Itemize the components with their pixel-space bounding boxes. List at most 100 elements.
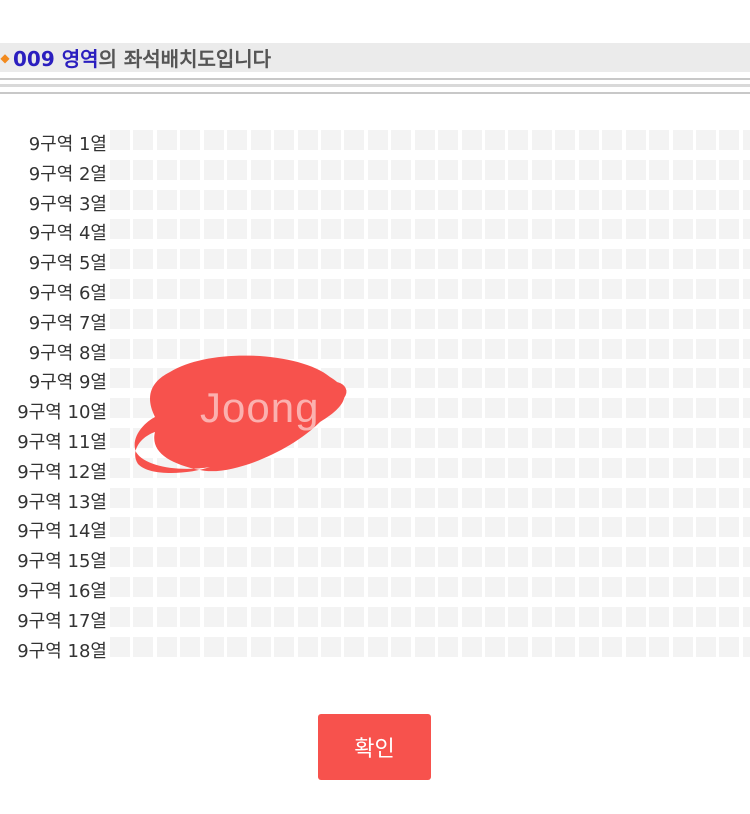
seat[interactable] (133, 606, 154, 627)
seat[interactable] (110, 547, 130, 568)
seat[interactable] (555, 517, 576, 538)
seat[interactable] (180, 130, 201, 150)
seat[interactable] (391, 130, 412, 150)
seat[interactable] (391, 368, 412, 389)
seat[interactable] (649, 219, 670, 240)
seat[interactable] (438, 398, 459, 419)
seat[interactable] (438, 368, 459, 389)
seat[interactable] (320, 606, 341, 627)
seat[interactable] (508, 517, 529, 538)
seat[interactable] (695, 636, 716, 657)
seat[interactable] (578, 278, 599, 299)
seat[interactable] (320, 278, 341, 299)
seat[interactable] (461, 576, 482, 597)
seat[interactable] (180, 278, 201, 299)
seat[interactable] (438, 547, 459, 568)
seat[interactable] (742, 219, 750, 240)
seat[interactable] (250, 636, 271, 657)
seat[interactable] (742, 249, 750, 270)
seat[interactable] (227, 249, 248, 270)
seat[interactable] (461, 487, 482, 508)
seat[interactable] (625, 547, 646, 568)
seat[interactable] (367, 427, 388, 448)
seat[interactable] (250, 189, 271, 210)
seat[interactable] (110, 130, 130, 150)
seat[interactable] (625, 517, 646, 538)
seat[interactable] (414, 427, 435, 448)
seat[interactable] (227, 547, 248, 568)
seat[interactable] (461, 517, 482, 538)
seat[interactable] (203, 219, 224, 240)
seat[interactable] (391, 249, 412, 270)
seat[interactable] (461, 249, 482, 270)
seat[interactable] (485, 368, 505, 389)
seat[interactable] (414, 159, 435, 180)
seat[interactable] (250, 576, 271, 597)
seat[interactable] (110, 338, 130, 359)
seat[interactable] (742, 427, 750, 448)
seat[interactable] (625, 130, 646, 150)
seat[interactable] (672, 219, 693, 240)
seat[interactable] (320, 130, 341, 150)
confirm-button[interactable]: 확인 (318, 714, 431, 780)
seat[interactable] (250, 517, 271, 538)
seat[interactable] (625, 398, 646, 419)
seat[interactable] (742, 189, 750, 210)
seat[interactable] (672, 398, 693, 419)
seat[interactable] (485, 636, 505, 657)
seat[interactable] (180, 159, 201, 180)
seat[interactable] (578, 398, 599, 419)
seat[interactable] (391, 219, 412, 240)
seat[interactable] (438, 159, 459, 180)
seat[interactable] (180, 308, 201, 329)
seat[interactable] (672, 278, 693, 299)
seat[interactable] (485, 130, 505, 150)
seat[interactable] (110, 308, 130, 329)
seat[interactable] (485, 249, 505, 270)
seat[interactable] (367, 368, 388, 389)
seat[interactable] (695, 487, 716, 508)
seat[interactable] (133, 636, 154, 657)
seat[interactable] (531, 219, 552, 240)
seat[interactable] (438, 189, 459, 210)
seat[interactable] (695, 517, 716, 538)
seat[interactable] (742, 130, 750, 150)
seat[interactable] (578, 606, 599, 627)
seat[interactable] (485, 398, 505, 419)
seat[interactable] (649, 308, 670, 329)
seat[interactable] (602, 278, 623, 299)
seat[interactable] (485, 189, 505, 210)
seat[interactable] (602, 159, 623, 180)
seat[interactable] (203, 130, 224, 150)
seat[interactable] (625, 427, 646, 448)
seat[interactable] (203, 636, 224, 657)
seat[interactable] (156, 308, 177, 329)
seat[interactable] (297, 517, 318, 538)
seat[interactable] (110, 427, 130, 448)
seat[interactable] (297, 487, 318, 508)
seat[interactable] (391, 338, 412, 359)
seat[interactable] (578, 427, 599, 448)
seat[interactable] (719, 427, 740, 448)
seat[interactable] (531, 487, 552, 508)
seat[interactable] (649, 576, 670, 597)
seat[interactable] (391, 547, 412, 568)
seat[interactable] (250, 130, 271, 150)
seat[interactable] (719, 159, 740, 180)
seat[interactable] (695, 368, 716, 389)
seat[interactable] (344, 159, 365, 180)
seat[interactable] (344, 278, 365, 299)
seat[interactable] (649, 159, 670, 180)
seat[interactable] (461, 219, 482, 240)
seat[interactable] (508, 576, 529, 597)
seat[interactable] (508, 308, 529, 329)
seat[interactable] (602, 368, 623, 389)
seat[interactable] (742, 547, 750, 568)
seat[interactable] (485, 547, 505, 568)
seat[interactable] (133, 517, 154, 538)
seat[interactable] (297, 219, 318, 240)
seat[interactable] (344, 130, 365, 150)
seat[interactable] (555, 606, 576, 627)
seat[interactable] (555, 487, 576, 508)
seat[interactable] (649, 338, 670, 359)
